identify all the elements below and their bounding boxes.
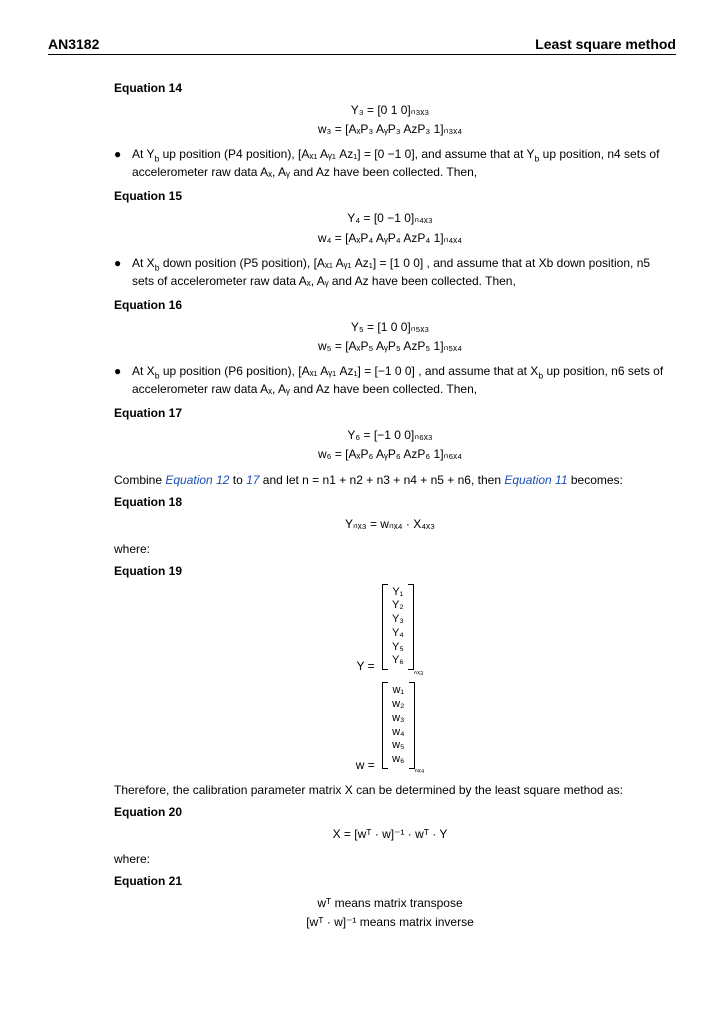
- equation-line: wᵀ means matrix transpose: [114, 894, 666, 913]
- matrix-W: w₁ w₂ w₃ w₄ w₅ w₆: [388, 682, 408, 769]
- page-content: Equation 14 Y₃ = [0 1 0]ₙ₃ₓ₃ w₃ = [AₓP₃ …: [48, 79, 676, 933]
- equation-line: Y₅ = [1 0 0]ₙ₅ₓ₃: [114, 318, 666, 337]
- equation-line: Y₄ = [0 −1 0]ₙ₄ₓ₃: [114, 209, 666, 228]
- equation-19-title: Equation 19: [114, 562, 666, 580]
- equation-17-title: Equation 17: [114, 404, 666, 422]
- equation-line: w₄ = [AₓP₄ AᵧP₄ AᴢP₄ 1]ₙ₄ₓ₄: [114, 229, 666, 248]
- matrix-Y: Y₁ Y₂ Y₃ Y₄ Y₅ Y₆: [388, 584, 408, 671]
- equation-line: [wᵀ · w]⁻¹ means matrix inverse: [114, 913, 666, 932]
- bullet-item: ● At Xb up position (P6 position), [Aₓ₁ …: [114, 362, 666, 398]
- equation-19: Y = Y₁ Y₂ Y₃ Y₄ Y₅ Y₆ ₙₓ₃ w =: [114, 584, 666, 775]
- equation-21-title: Equation 21: [114, 872, 666, 890]
- equation-line: w₃ = [AₓP₃ AᵧP₃ AᴢP₃ 1]ₙ₃ₓ₄: [114, 120, 666, 139]
- equation-16: Y₅ = [1 0 0]ₙ₅ₓ₃ w₅ = [AₓP₅ AᵧP₅ AᴢP₅ 1]…: [114, 318, 666, 356]
- page-header: AN3182 Least square method: [48, 36, 676, 55]
- link-equation-11[interactable]: Equation 11: [504, 473, 567, 487]
- link-equation-12[interactable]: Equation 12: [165, 473, 229, 487]
- doc-id: AN3182: [48, 36, 99, 52]
- combine-text: Combine Equation 12 to 17 and let n = n1…: [114, 471, 666, 489]
- equation-16-title: Equation 16: [114, 296, 666, 314]
- bullet-text: At Yb up position (P4 position), [Aₓ₁ Aᵧ…: [132, 145, 666, 181]
- equation-18-title: Equation 18: [114, 493, 666, 511]
- equation-14: Y₃ = [0 1 0]ₙ₃ₓ₃ w₃ = [AₓP₃ AᵧP₃ AᴢP₃ 1]…: [114, 101, 666, 139]
- equation-18: Yₙₓ₃ = wₙₓ₄ · X₄ₓ₃: [114, 515, 666, 534]
- bullet-icon: ●: [114, 145, 132, 181]
- bullet-item: ● At Xb down position (P5 position), [Aₓ…: [114, 254, 666, 290]
- where-label: where:: [114, 540, 666, 558]
- equation-14-title: Equation 14: [114, 79, 666, 97]
- bullet-text: At Xb up position (P6 position), [Aₓ₁ Aᵧ…: [132, 362, 666, 398]
- equation-15: Y₄ = [0 −1 0]ₙ₄ₓ₃ w₄ = [AₓP₄ AᵧP₄ AᴢP₄ 1…: [114, 209, 666, 247]
- link-equation-17[interactable]: 17: [246, 473, 259, 487]
- equation-20-title: Equation 20: [114, 803, 666, 821]
- bullet-item: ● At Yb up position (P4 position), [Aₓ₁ …: [114, 145, 666, 181]
- bullet-icon: ●: [114, 362, 132, 398]
- equation-15-title: Equation 15: [114, 187, 666, 205]
- bullet-text: At Xb down position (P5 position), [Aₓ₁ …: [132, 254, 666, 290]
- equation-line: w₅ = [AₓP₅ AᵧP₅ AᴢP₅ 1]ₙ₅ₓ₄: [114, 337, 666, 356]
- therefore-text: Therefore, the calibration parameter mat…: [114, 781, 666, 799]
- equation-line: X = [wᵀ · w]⁻¹ · wᵀ · Y: [114, 825, 666, 844]
- bullet-icon: ●: [114, 254, 132, 290]
- where-label: where:: [114, 850, 666, 868]
- equation-17: Y₆ = [−1 0 0]ₙ₆ₓ₃ w₆ = [AₓP₆ AᵧP₆ AᴢP₆ 1…: [114, 426, 666, 464]
- section-title: Least square method: [535, 36, 676, 52]
- equation-21: wᵀ means matrix transpose [wᵀ · w]⁻¹ mea…: [114, 894, 666, 932]
- equation-line: Y₆ = [−1 0 0]ₙ₆ₓ₃: [114, 426, 666, 445]
- equation-20: X = [wᵀ · w]⁻¹ · wᵀ · Y: [114, 825, 666, 844]
- equation-line: Y₃ = [0 1 0]ₙ₃ₓ₃: [114, 101, 666, 120]
- equation-line: w₆ = [AₓP₆ AᵧP₆ AᴢP₆ 1]ₙ₆ₓ₄: [114, 445, 666, 464]
- equation-line: Yₙₓ₃ = wₙₓ₄ · X₄ₓ₃: [114, 515, 666, 534]
